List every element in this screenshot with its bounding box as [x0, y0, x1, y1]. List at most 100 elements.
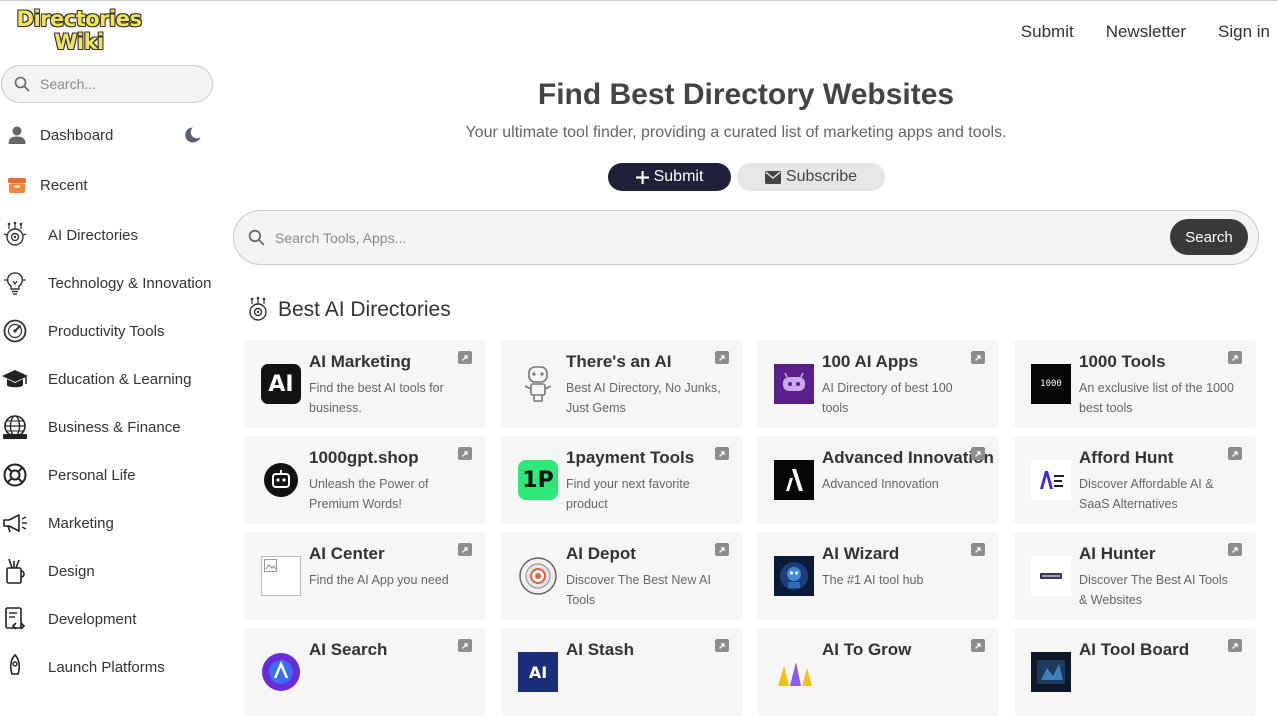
logo-line-1: Directories [16, 7, 142, 31]
sidebar-item-label: AI Directories [48, 226, 139, 244]
sidebar-item-ai-directories[interactable]: AI Directories [0, 220, 215, 250]
sidebar-item-technology[interactable]: Technology & Innovation [0, 268, 215, 298]
logo-text: AI [528, 662, 548, 682]
card-title: AI Stash [566, 640, 635, 659]
external-link-icon[interactable] [458, 639, 472, 652]
target-circle-logo [518, 556, 558, 596]
gauge-icon [0, 316, 30, 346]
broken-image-icon [261, 556, 301, 596]
sidebar-item-launch-platforms[interactable]: Launch Platforms [0, 652, 215, 682]
toolboard-logo [1031, 652, 1071, 692]
sidebar-item-recent[interactable]: Recent [2, 170, 217, 200]
ai-brain-icon [249, 296, 267, 321]
sidebar-search-input[interactable] [40, 76, 200, 92]
sidebar-item-education[interactable]: Education & Learning [0, 364, 215, 394]
graduation-cap-icon [0, 364, 30, 394]
card-title: AI Search [309, 640, 388, 659]
external-link-icon[interactable] [971, 543, 985, 556]
external-link-icon[interactable] [1228, 447, 1242, 460]
lifebuoy-icon [0, 460, 30, 490]
card-description: Find the best AI tools for business. [309, 381, 444, 415]
external-link-icon[interactable] [458, 447, 472, 460]
main-search-input[interactable] [275, 229, 1135, 246]
card-description: Discover The Best AI Tools & Websites [1079, 573, 1228, 607]
site-logo[interactable]: Directories Wiki [16, 8, 142, 54]
logo-text: 1P [522, 467, 554, 493]
sidebar-item-personal-life[interactable]: Personal Life [0, 460, 215, 490]
directory-card-ai-depot[interactable]: AI Depot Discover The Best New AI Tools [501, 532, 743, 620]
card-title: AI To Grow [822, 640, 912, 659]
card-title: AI Depot [566, 544, 636, 563]
sidebar-item-development[interactable]: Development [0, 604, 215, 634]
purple-robot-logo [774, 364, 814, 404]
subscribe-button[interactable]: Subscribe [737, 163, 885, 191]
directory-card-1payment-tools[interactable]: 1P 1payment Tools Find your next favorit… [501, 436, 743, 524]
robot-outline-logo [518, 364, 558, 404]
directory-card-advanced-innovation[interactable]: Advanced Innovation Advanced Innovation [757, 436, 999, 524]
external-link-icon[interactable] [458, 543, 472, 556]
grow-logo [774, 652, 814, 692]
external-link-icon[interactable] [715, 447, 729, 460]
directory-card-1000-tools[interactable]: 1000 1000 Tools An exclusive list of the… [1014, 340, 1256, 428]
sidebar-item-business[interactable]: Business & Finance [0, 412, 215, 442]
megaphone-icon [0, 508, 30, 538]
directory-card-ai-center[interactable]: AI Center Find the AI App you need [244, 532, 486, 620]
sidebar-item-label: Technology & Innovation [48, 274, 212, 292]
directory-card-ai-wizard[interactable]: AI Wizard The #1 AI tool hub [757, 532, 999, 620]
black-a-logo [774, 460, 814, 500]
card-title: 1000 Tools [1079, 352, 1166, 371]
nav-signin-link[interactable]: Sign in [1218, 22, 1270, 42]
top-nav: Submit Newsletter Sign in [1021, 22, 1270, 42]
green-1p-logo: 1P [518, 460, 558, 500]
directory-card-1000gpt-shop[interactable]: 1000gpt.shop Unleash the Power of Premiu… [244, 436, 486, 524]
external-link-icon[interactable] [1228, 639, 1242, 652]
search-icon [14, 76, 30, 92]
page-title: Find Best Directory Websites [537, 78, 955, 111]
directory-card-ai-search[interactable]: AI Search [244, 628, 486, 716]
external-link-icon[interactable] [1228, 543, 1242, 556]
section-title: Best AI Directories [278, 298, 451, 321]
external-link-icon[interactable] [715, 351, 729, 364]
sidebar-item-design[interactable]: Design [0, 556, 215, 586]
sidebar-item-marketing[interactable]: Marketing [0, 508, 215, 538]
search-button[interactable]: Search [1170, 219, 1248, 255]
nav-submit-link[interactable]: Submit [1021, 22, 1074, 42]
external-link-icon[interactable] [971, 639, 985, 652]
moon-icon[interactable] [184, 126, 202, 144]
directory-card-100-ai-apps[interactable]: 100 AI Apps AI Directory of best 100 too… [757, 340, 999, 428]
sidebar-item-label: Business & Finance [48, 418, 181, 436]
directory-card-ai-marketing[interactable]: AI AI Marketing Find the best AI tools f… [244, 340, 486, 428]
card-description: Advanced Innovation [822, 477, 939, 491]
section-heading: Best AI Directories [244, 296, 451, 324]
directory-card-ai-to-grow[interactable]: AI To Grow [757, 628, 999, 716]
directory-card-ai-hunter[interactable]: AI Hunter Discover The Best AI Tools & W… [1014, 532, 1256, 620]
card-title: 1000gpt.shop [309, 448, 419, 467]
external-link-icon[interactable] [458, 351, 472, 364]
nav-newsletter-link[interactable]: Newsletter [1106, 22, 1186, 42]
paint-cup-icon [0, 556, 30, 586]
directory-card-theres-an-ai[interactable]: There's an AI Best AI Directory, No Junk… [501, 340, 743, 428]
card-title: There's an AI [566, 352, 672, 371]
external-link-icon[interactable] [971, 447, 985, 460]
external-link-icon[interactable] [971, 351, 985, 364]
card-description: AI Directory of best 100 tools [822, 381, 953, 415]
external-link-icon[interactable] [715, 543, 729, 556]
external-link-icon[interactable] [715, 639, 729, 652]
code-doc-icon [0, 604, 30, 634]
directory-card-ai-stash[interactable]: AI AI Stash [501, 628, 743, 716]
afford-hunt-logo [1031, 460, 1071, 500]
directory-card-ai-tool-board[interactable]: AI Tool Board [1014, 628, 1256, 716]
card-title: Afford Hunt [1079, 448, 1174, 467]
card-description: Best AI Directory, No Junks, Just Gems [566, 381, 721, 415]
top-border [0, 0, 1278, 1]
card-title: AI Hunter [1079, 544, 1156, 563]
logo-text: 1000 [1040, 379, 1062, 389]
sidebar-item-label: Development [48, 610, 137, 628]
sidebar-item-label: Launch Platforms [48, 658, 165, 676]
submit-button[interactable]: Submit [608, 163, 731, 191]
external-link-icon[interactable] [1228, 351, 1242, 364]
sidebar-item-productivity[interactable]: Productivity Tools [0, 316, 215, 346]
search-icon [248, 229, 265, 246]
directory-card-afford-hunt[interactable]: Afford Hunt Discover Affordable AI & Saa… [1014, 436, 1256, 524]
sidebar-item-label: Education & Learning [48, 370, 192, 388]
